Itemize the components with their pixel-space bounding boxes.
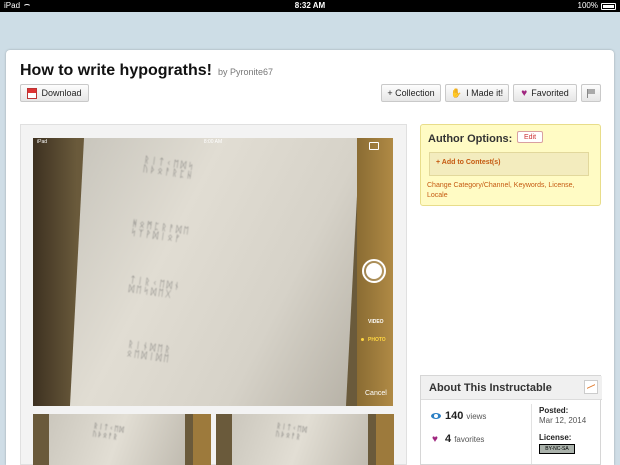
status-bar-right: 100% — [578, 0, 616, 12]
camera-video-label: VIDEO — [368, 319, 384, 325]
about-header: About This Instructable — [421, 376, 602, 400]
battery-percent: 100% — [577, 1, 598, 10]
stats-chart-icon[interactable] — [584, 380, 598, 394]
title-row: How to write hypograths! by Pyronite67 — [20, 62, 273, 80]
camera-switch-icon — [369, 142, 379, 150]
about-title: About This Instructable — [429, 382, 552, 394]
made-it-label: I Made it! — [466, 88, 504, 98]
eye-icon — [431, 413, 441, 419]
photo-background-left — [33, 138, 77, 406]
add-to-contest-link[interactable]: + Add to Contest(s) — [436, 159, 501, 166]
views-stat: 140 views — [445, 410, 486, 422]
favorites-heart-icon: ♥ — [432, 434, 438, 445]
camera-cancel-label: Cancel — [365, 390, 387, 397]
instructable-page: How to write hypograths! by Pyronite67 D… — [6, 50, 614, 465]
edit-button[interactable]: Edit — [517, 131, 543, 143]
i-made-it-button[interactable]: ✋ I Made it! — [445, 84, 509, 102]
download-label: Download — [41, 88, 82, 98]
favorites-stat: 4 favorites — [445, 433, 484, 445]
browser-top-band — [0, 12, 620, 50]
add-collection-button[interactable]: + Collection — [381, 84, 441, 102]
camera-mode-indicator — [361, 338, 364, 341]
favorites-count: 4 — [445, 433, 452, 445]
collection-label: + Collection — [387, 88, 435, 98]
status-bar: iPad 8:32 AM 100% — [0, 0, 620, 12]
download-button[interactable]: Download — [20, 84, 89, 102]
thumbnail-2[interactable]: ᚱᛁᛏᚲᛖᛞ ᚢᚦᛟᚨᚱ — [216, 414, 394, 465]
pdf-icon — [27, 87, 38, 99]
thumbnail-strip — [376, 414, 394, 465]
camera-photo-label: PHOTO — [368, 337, 386, 343]
views-label: views — [466, 412, 487, 421]
main-photo[interactable]: iPad 8:00 AM ᚱᛁᛏᚲᛖᛞᛋ ᚢᚦᛟᚨᚱᛈᚺ ᚻᛟᛗᛈᚱᚨᛞᛖ ᛋᛉ… — [33, 138, 393, 406]
favorites-label: favorites — [454, 435, 485, 444]
heart-icon: ♥ — [521, 87, 528, 99]
photo-time: 8:00 AM — [203, 139, 223, 145]
battery-icon — [601, 2, 616, 10]
posted-date: Mar 12, 2014 — [539, 416, 587, 425]
author-settings-links[interactable]: Change Category/Channel, Keywords, Licen… — [427, 181, 597, 201]
thumbnail-1[interactable]: ᚱᛁᛏᚲᛖᛞ ᚢᚦᛟᚨᚱ — [33, 414, 211, 465]
clock: 8:32 AM — [294, 1, 326, 10]
media-panel: iPad 8:00 AM ᚱᛁᛏᚲᛖᛞᛋ ᚢᚦᛟᚨᚱᛈᚺ ᚻᛟᛗᛈᚱᚨᛞᛖ ᛋᛉ… — [20, 124, 407, 465]
favorited-button[interactable]: ♥ Favorited — [513, 84, 577, 102]
author-byline[interactable]: by Pyronite67 — [218, 67, 273, 77]
contest-box: + Add to Contest(s) — [429, 152, 589, 176]
views-count: 140 — [445, 410, 464, 422]
photo-paper — [69, 138, 361, 406]
hand-icon: ✋ — [450, 87, 463, 98]
thumbnail-strip — [193, 414, 211, 465]
license-label: License: — [539, 433, 572, 442]
author-options-box: Author Options: Edit + Add to Contest(s)… — [420, 124, 601, 206]
author-options-title: Author Options: — [428, 133, 513, 145]
license-badge[interactable]: BY-NC-SA — [539, 444, 575, 454]
about-divider — [531, 404, 532, 464]
page-title: How to write hypograths! — [20, 62, 212, 79]
photo-status-bar: iPad 8:00 AM — [33, 138, 393, 146]
shutter-button — [362, 259, 386, 283]
flag-icon — [586, 88, 596, 98]
about-box: About This Instructable 140 views ♥ 4 fa… — [420, 375, 602, 465]
favorited-label: Favorited — [531, 88, 569, 98]
flag-button[interactable] — [581, 84, 601, 102]
posted-label: Posted: — [539, 406, 569, 415]
